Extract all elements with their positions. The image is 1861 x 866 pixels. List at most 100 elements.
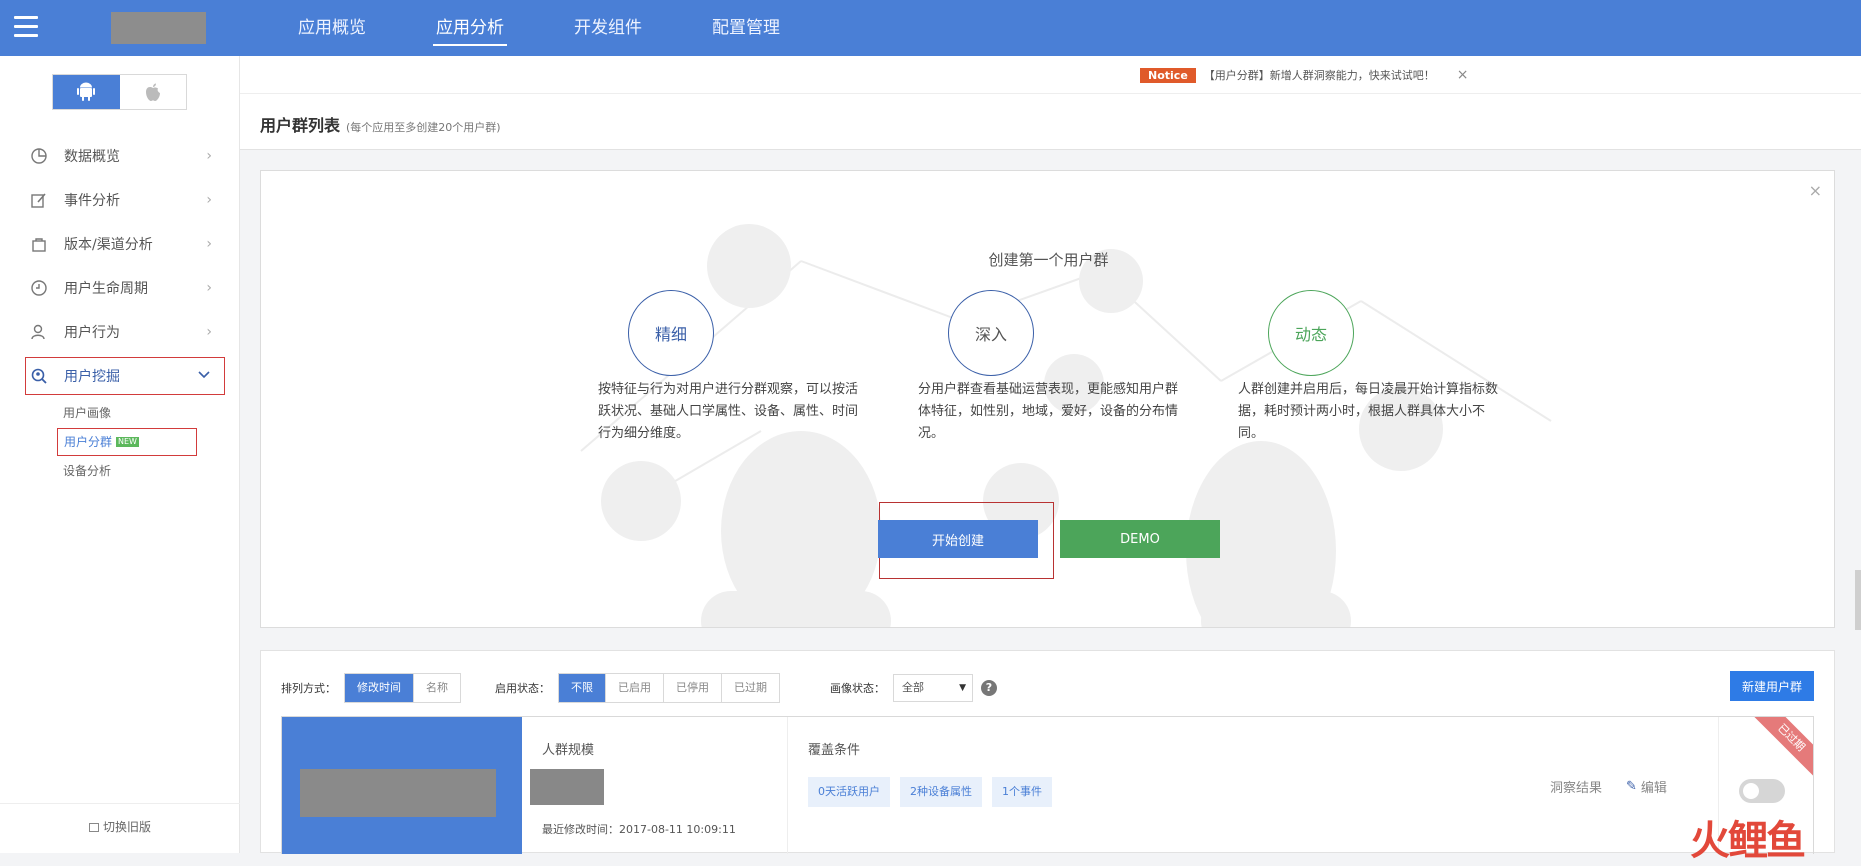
sidebar-item-data-overview[interactable]: 数据概览 › <box>0 134 240 178</box>
feature-fine-label: 精细 <box>654 325 687 344</box>
dropdown-arrow-icon: ▼ <box>959 683 966 693</box>
pencil-icon: ✎ <box>1626 779 1637 794</box>
notice-content: Notice 【用户分群】新增人群洞察能力，快来试试吧！ × <box>1140 67 1469 83</box>
sidebar-item-version-channel[interactable]: 版本/渠道分析 › <box>0 222 240 266</box>
notice-tag: Notice <box>1140 67 1196 83</box>
notice-bar: Notice 【用户分群】新增人群洞察能力，快来试试吧！ × <box>240 56 1861 94</box>
toggle-knob <box>1743 783 1759 799</box>
nav-dev-components[interactable]: 开发组件 <box>574 0 642 56</box>
chevron-right-icon: › <box>206 324 212 340</box>
help-icon[interactable]: ? <box>981 680 997 696</box>
condition-chip: 0天活跃用户 <box>808 777 890 807</box>
page-header: 用户群列表 (每个应用至多创建20个用户群) <box>240 94 1861 150</box>
search-user-icon <box>30 367 48 385</box>
group-size-placeholder <box>530 769 604 805</box>
new-badge: NEW <box>116 437 139 447</box>
status-label: 启用状态： <box>495 682 550 695</box>
sidebar-item-event-analysis[interactable]: 事件分析 › <box>0 178 240 222</box>
group-thumbnail <box>282 717 522 854</box>
group-actions: 洞察结果 ✎ 编辑 <box>1538 777 1679 796</box>
chevron-right-icon: › <box>206 148 212 164</box>
portrait-status-select[interactable]: 全部 ▼ <box>893 674 973 702</box>
chevron-down-icon <box>198 367 210 383</box>
sidebar-item-label: 用户挖掘 <box>64 369 120 385</box>
chevron-right-icon: › <box>206 280 212 296</box>
group-name-placeholder <box>300 769 496 817</box>
demo-button[interactable]: DEMO <box>1060 520 1220 558</box>
sidebar-item-label: 用户生命周期 <box>64 281 148 297</box>
portrait-status-label: 画像状态： <box>830 682 885 695</box>
feature-fine-circle: 精细 <box>628 290 714 376</box>
submenu-user-segment[interactable]: 用户分群 NEW <box>57 428 197 456</box>
android-button[interactable] <box>53 75 120 109</box>
status-disabled[interactable]: 已停用 <box>663 674 721 702</box>
condition-chip: 1个事件 <box>992 777 1052 807</box>
user-icon <box>30 323 48 341</box>
new-group-button[interactable]: 新建用户群 <box>1730 671 1814 701</box>
group-size-label: 人群规模 <box>542 743 595 758</box>
hamburger-menu-icon[interactable] <box>14 16 38 40</box>
chevron-right-icon: › <box>206 192 212 208</box>
edit-link[interactable]: ✎ 编辑 <box>1626 777 1667 796</box>
condition-chips: 0天活跃用户 2种设备属性 1个事件 <box>808 777 1062 807</box>
notice-text[interactable]: 【用户分群】新增人群洞察能力，快来试试吧！ <box>1204 67 1435 83</box>
status-expired[interactable]: 已过期 <box>721 674 779 702</box>
side-menu: 数据概览 › 事件分析 › 版本/渠道分析 › 用户生命周期 › 用户行为 › … <box>0 134 240 486</box>
sidebar-item-label: 数据概览 <box>64 149 120 165</box>
feature-dynamic-text: 人群创建并启用后，每日凌晨开始计算指标数据，耗时预计两小时，根据人群具体大小不同… <box>1238 382 1499 441</box>
sidebar-item-label: 事件分析 <box>64 193 120 209</box>
android-icon <box>77 82 96 101</box>
clock-icon <box>30 279 48 297</box>
portrait-status-value: 全部 <box>902 681 924 694</box>
group-size-block: 人群规模 最近修改时间：2017-08-11 10:09:11 <box>522 717 787 854</box>
sidebar-item-user-behavior[interactable]: 用户行为 › <box>0 310 240 354</box>
conditions-label: 覆盖条件 <box>808 743 861 758</box>
nav-app-overview[interactable]: 应用概览 <box>298 0 366 56</box>
top-nav: 应用概览 应用分析 开发组件 配置管理 <box>298 0 850 56</box>
edit-icon <box>30 191 48 209</box>
feature-deep-circle: 深入 <box>948 290 1034 376</box>
sidebar-item-user-mining[interactable]: 用户挖掘 <box>25 357 225 395</box>
sort-by-modified[interactable]: 修改时间 <box>345 674 413 702</box>
page-title-text: 用户群列表 <box>260 116 341 135</box>
window-icon <box>88 823 99 832</box>
status-all[interactable]: 不限 <box>559 674 605 702</box>
os-toggle <box>52 74 187 110</box>
insight-result-link[interactable]: 洞察结果 <box>1550 777 1602 796</box>
notice-close-icon[interactable]: × <box>1457 67 1469 83</box>
scrollbar[interactable] <box>1855 570 1861 630</box>
nav-config-management[interactable]: 配置管理 <box>712 0 780 56</box>
apple-icon <box>145 83 160 101</box>
intro-title: 创建第一个用户群 <box>988 251 1109 269</box>
sidebar-submenu: 用户画像 用户分群 NEW 设备分析 <box>0 398 240 486</box>
sidebar-item-label: 版本/渠道分析 <box>64 237 153 253</box>
group-modified-time: 最近修改时间：2017-08-11 10:09:11 <box>542 823 736 836</box>
group-list-panel: 排列方式： 修改时间 名称 启用状态： 不限 已启用 已停用 已过期 画像状态：… <box>260 650 1835 854</box>
nav-app-analysis[interactable]: 应用分析 <box>433 0 507 56</box>
group-enable-toggle[interactable] <box>1739 779 1785 803</box>
sort-label: 排列方式： <box>281 682 336 695</box>
page-title: 用户群列表 (每个应用至多创建20个用户群) <box>260 112 501 136</box>
page-subtitle: (每个应用至多创建20个用户群) <box>346 121 501 134</box>
feature-deep-label: 深入 <box>974 325 1007 344</box>
sidebar-item-user-lifecycle[interactable]: 用户生命周期 › <box>0 266 240 310</box>
status-enabled[interactable]: 已启用 <box>605 674 663 702</box>
switch-old-version-link[interactable]: 切换旧版 <box>0 803 240 843</box>
top-bar: 应用概览 应用分析 开发组件 配置管理 <box>0 0 1861 56</box>
expired-ribbon: 已过期 <box>1747 717 1813 782</box>
sort-by-name[interactable]: 名称 <box>413 674 460 702</box>
pie-chart-icon <box>30 147 48 165</box>
condition-chip: 2种设备属性 <box>900 777 982 807</box>
sidebar-item-label: 用户行为 <box>64 325 120 341</box>
sidebar: 数据概览 › 事件分析 › 版本/渠道分析 › 用户生命周期 › 用户行为 › … <box>0 56 240 853</box>
start-create-button[interactable]: 开始创建 <box>878 520 1038 558</box>
apple-button[interactable] <box>120 75 187 109</box>
intro-close-icon[interactable]: × <box>1809 181 1822 200</box>
submenu-user-portrait[interactable]: 用户画像 <box>63 398 240 428</box>
group-conditions-block: 覆盖条件 0天活跃用户 2种设备属性 1个事件 <box>787 717 1533 854</box>
watermark-logo: 火鲤鱼 <box>1690 818 1806 864</box>
edit-label: 编辑 <box>1640 781 1667 796</box>
intro-card: × 创建第一个用户群 精细 按特征与行为对用户进行分群观察，可以按活跃状况、基础… <box>260 170 1835 628</box>
submenu-device-analysis[interactable]: 设备分析 <box>63 456 240 486</box>
switch-old-label: 切换旧版 <box>102 820 151 834</box>
